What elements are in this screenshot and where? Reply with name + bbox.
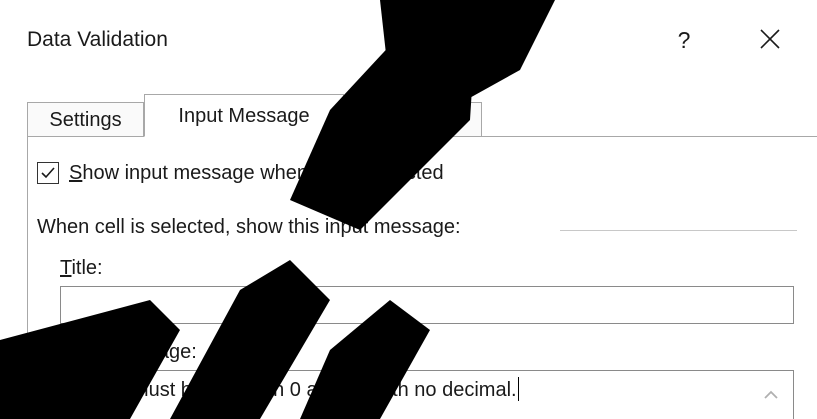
show-input-message-label: Show input message when cell is selected	[69, 162, 444, 185]
title-input[interactable]	[60, 286, 794, 324]
tab-strip: Settings Input Message Error Alert	[27, 94, 817, 137]
scroll-up-button[interactable]	[761, 385, 781, 405]
chevron-up-icon	[764, 390, 778, 399]
input-message-field-label: Input message:	[60, 341, 197, 364]
input-message-textarea[interactable]: Hours must be between 0 and 60 with no d…	[60, 370, 794, 419]
show-input-message-text: how input message when cell is selected	[82, 161, 444, 184]
checkmark-icon	[41, 167, 55, 179]
data-validation-dialog: Data Validation ? Settings Input Message…	[0, 0, 817, 419]
text-caret	[517, 377, 519, 401]
group-separator-line	[560, 230, 797, 231]
title-label-text: itle:	[71, 257, 103, 279]
show-input-message-mnemonic: S	[69, 161, 83, 184]
close-icon	[760, 29, 780, 49]
title-field-label: Title:	[60, 257, 103, 280]
help-button[interactable]: ?	[668, 22, 700, 58]
input-message-group-label: When cell is selected, show this input m…	[37, 216, 471, 239]
dialog-title: Data Validation	[27, 28, 168, 51]
tab-input-message[interactable]: Input Message	[144, 94, 344, 137]
title-bar: Data Validation ?	[0, 0, 817, 84]
tab-settings[interactable]: Settings	[27, 102, 144, 136]
input-message-value: Hours must be between 0 and 60 with no d…	[73, 379, 517, 401]
show-input-message-checkbox-row[interactable]: Show input message when cell is selected	[37, 158, 444, 188]
show-input-message-checkbox[interactable]	[37, 162, 59, 184]
tab-error-alert[interactable]: Error Alert	[344, 102, 482, 136]
input-message-text-line: Hours must be between 0 and 60 with no d…	[73, 377, 519, 402]
input-message-label-text: nput message:	[65, 341, 197, 363]
close-button[interactable]	[750, 22, 790, 58]
title-mnemonic: T	[60, 257, 72, 279]
